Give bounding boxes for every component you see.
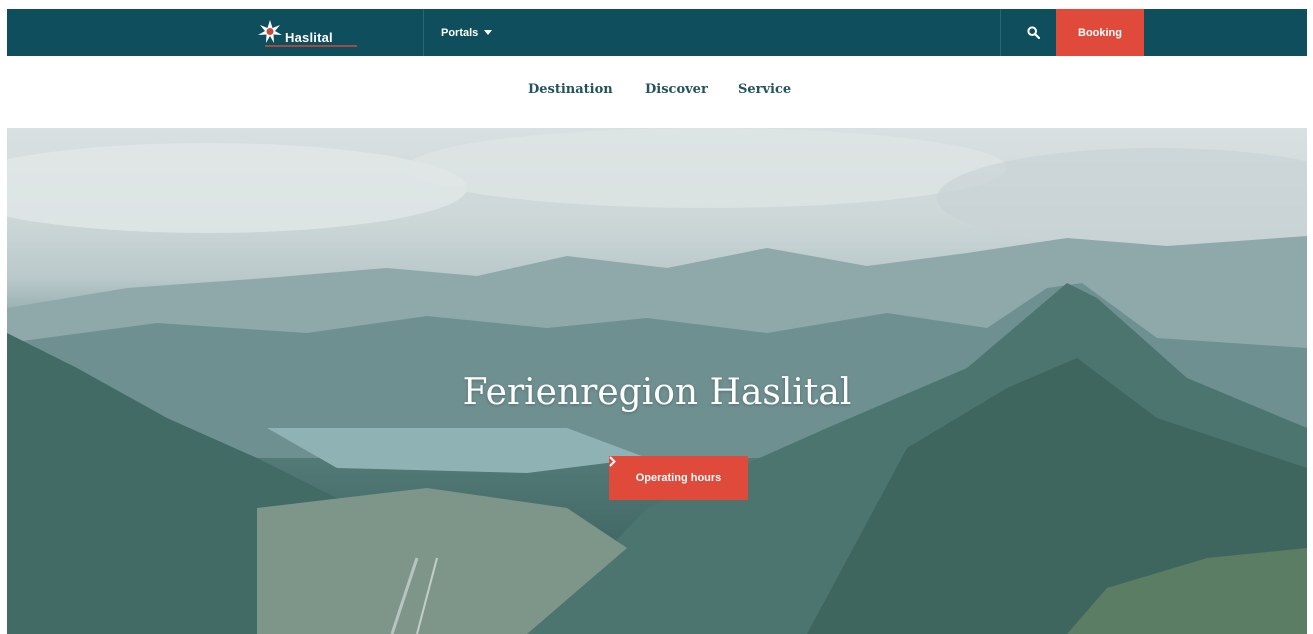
nav-item-service[interactable]: Service [738, 82, 791, 97]
logo-underline [265, 45, 357, 47]
hero-banner: Ferienregion Haslital Operating hours [7, 128, 1307, 634]
nav-item-destination[interactable]: Destination [528, 82, 613, 97]
secondary-navigation: Destination Discover Service [0, 56, 1313, 128]
hero-title: Ferienregion Haslital [462, 372, 852, 413]
site-logo[interactable]: Haslital [257, 15, 367, 51]
portals-dropdown[interactable]: Portals [441, 9, 493, 56]
operating-hours-button[interactable]: Operating hours [609, 456, 748, 500]
operating-hours-label: Operating hours [635, 472, 722, 484]
divider [1000, 9, 1001, 56]
top-navigation-bar: Haslital Portals Booking [7, 9, 1307, 56]
nav-item-discover[interactable]: Discover [645, 82, 708, 97]
chevron-right-icon [609, 456, 616, 467]
logo-text: Haslital [285, 29, 333, 45]
search-button[interactable] [1010, 9, 1056, 56]
search-icon [1026, 26, 1040, 39]
portals-label: Portals [441, 26, 479, 39]
booking-button[interactable]: Booking [1056, 9, 1144, 56]
star-logo-icon [258, 20, 282, 43]
chevron-down-icon [484, 30, 493, 35]
divider [423, 9, 424, 56]
